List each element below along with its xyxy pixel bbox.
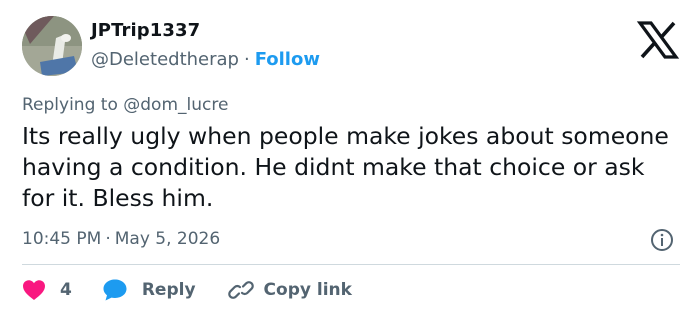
- action-bar: 4 Reply Copy link: [22, 277, 352, 303]
- tweet-time[interactable]: 10:45 PM: [22, 229, 101, 249]
- avatar-image: [22, 16, 82, 76]
- heart-icon: [22, 279, 46, 301]
- divider: [22, 264, 680, 265]
- replying-to: Replying to @dom_lucre: [22, 95, 228, 115]
- handle[interactable]: @Deletedtherap: [91, 49, 239, 70]
- avatar[interactable]: [22, 16, 82, 76]
- copy-link-button[interactable]: Copy link: [227, 278, 352, 302]
- handle-row: @Deletedtherap · Follow: [91, 49, 320, 70]
- display-name[interactable]: JPTrip1337: [91, 20, 200, 41]
- tweet-text: Its really ugly when people make jokes a…: [22, 122, 669, 212]
- timestamp-separator: ·: [105, 229, 111, 249]
- x-logo-icon[interactable]: [636, 20, 680, 60]
- replying-to-mention[interactable]: @dom_lucre: [123, 95, 228, 115]
- tweet-date[interactable]: May 5, 2026: [115, 229, 220, 249]
- speech-bubble-icon: [102, 278, 128, 302]
- follow-button[interactable]: Follow: [255, 49, 320, 70]
- handle-separator: ·: [243, 49, 250, 70]
- copy-link-label: Copy link: [263, 280, 352, 300]
- like-button[interactable]: 4: [22, 279, 72, 301]
- reply-label: Reply: [141, 280, 196, 300]
- link-icon: [227, 278, 254, 302]
- reply-button[interactable]: Reply: [102, 278, 196, 302]
- timestamp[interactable]: 10:45 PM · May 5, 2026: [22, 229, 220, 249]
- like-count: 4: [60, 280, 72, 300]
- replying-to-label: Replying to: [22, 95, 118, 115]
- tweet-card: JPTrip1337 @Deletedtherap · Follow Replyin…: [0, 0, 700, 318]
- info-icon[interactable]: [650, 228, 674, 252]
